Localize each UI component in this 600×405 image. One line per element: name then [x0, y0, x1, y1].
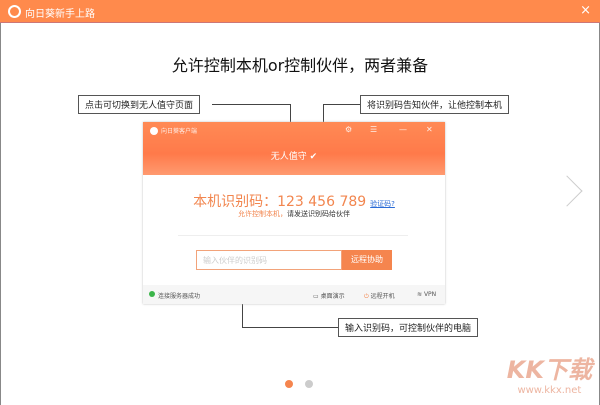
status-text: 连接服务器成功 — [158, 293, 201, 300]
device-code: 本机识别码：123 456 789 验证码? — [143, 191, 445, 211]
remote-boot-button[interactable]: ⏻ 远程开机 — [364, 291, 395, 301]
vpn-label: VPN — [423, 291, 437, 298]
unattended-mode-toggle[interactable]: 无人值守 ✔ — [143, 149, 445, 162]
callout-switch-mode: 点击可切换到无人值守页面 — [78, 95, 201, 114]
code-hint: 允许控制本机，请发送识别码给伙伴 — [143, 209, 445, 219]
settings-icon[interactable]: ⚙ — [345, 125, 352, 134]
desktop-demo-button[interactable]: ▭ 桌面演示 — [313, 291, 345, 300]
divider — [178, 235, 408, 236]
callout-line — [323, 104, 361, 105]
callout-line — [242, 327, 339, 328]
vpn-button[interactable]: ≋ VPN — [417, 291, 436, 298]
app-logo-icon — [8, 5, 21, 18]
code-value: 123 456 789 — [277, 194, 367, 210]
app-title: 向日葵客户端 — [161, 128, 198, 135]
callout-share-code: 将识别码告知伙伴，让他控制本机 — [360, 95, 510, 114]
callout-line — [212, 104, 290, 105]
hint-orange: 允许控制本机， — [238, 210, 287, 218]
watermark: KK下载 www.kkx.net — [507, 350, 592, 396]
partner-code-input[interactable]: 输入伙伴的识别码 — [196, 250, 342, 270]
page-headline: 允许控制本机or控制伙伴，两者兼备 — [171, 56, 429, 75]
close-icon[interactable]: ✕ — [426, 125, 433, 134]
page-dot-2[interactable] — [305, 380, 313, 388]
close-icon[interactable]: × — [580, 3, 591, 18]
hint-text: 请发送识别码给伙伴 — [287, 210, 350, 218]
remote-assist-button[interactable]: 远程协助 — [342, 250, 392, 270]
desktop-demo-label: 桌面演示 — [320, 293, 345, 300]
remote-boot-label: 远程开机 — [370, 293, 395, 300]
app-preview: 向日葵客户端 ⚙ ☰ — ✕ 无人值守 ✔ 本机识别码：123 456 789 验… — [143, 122, 445, 304]
verify-link[interactable]: 验证码? — [370, 200, 395, 208]
callout-enter-code: 输入识别码，可控制伙伴的电脑 — [338, 318, 479, 337]
connected-icon — [149, 291, 155, 297]
window-title: 向日葵新手上路 — [25, 9, 95, 20]
menu-icon[interactable]: ☰ — [370, 125, 377, 134]
power-icon: ⏻ — [364, 293, 369, 300]
title-bar: 向日葵新手上路 × — [0, 0, 600, 23]
status-bar: 连接服务器成功 ▭ 桌面演示 ⏻ 远程开机 ≋ VPN — [143, 285, 445, 304]
app-logo-icon — [150, 127, 158, 135]
mode-label: 无人值守 — [270, 152, 307, 162]
wifi-icon: ≋ — [417, 291, 423, 298]
code-label: 本机识别码： — [193, 194, 278, 210]
page-dot-1[interactable] — [285, 380, 293, 388]
check-icon: ✔ — [309, 152, 318, 162]
app-header: 向日葵客户端 ⚙ ☰ — ✕ 无人值守 ✔ — [143, 122, 445, 175]
minimize-icon[interactable]: — — [399, 125, 407, 134]
watermark-url: www.kkx.net — [517, 385, 582, 396]
watermark-logo: KK下载 — [506, 356, 592, 384]
